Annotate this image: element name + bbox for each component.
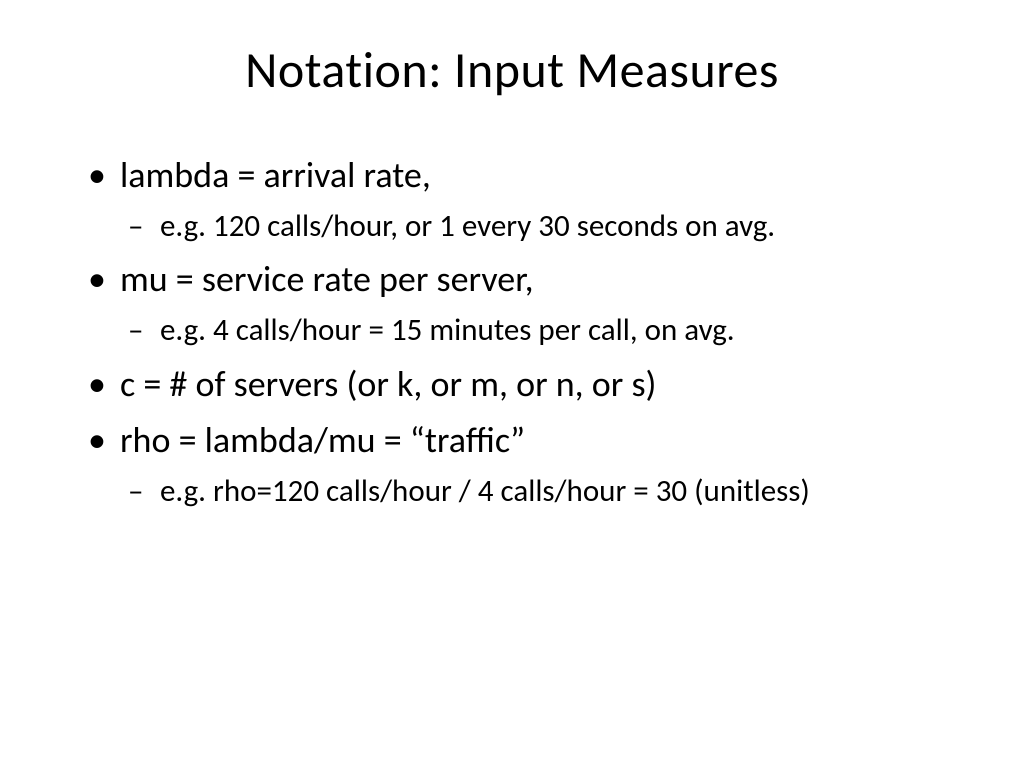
- bullet-text: e.g. 4 calls/hour = 15 minutes per call,…: [160, 311, 735, 349]
- list-item: e.g. 120 calls/hour, or 1 every 30 secon…: [120, 206, 964, 248]
- bullet-text: e.g. 120 calls/hour, or 1 every 30 secon…: [160, 207, 775, 245]
- list-item: mu = service rate per server, e.g. 4 cal…: [80, 255, 964, 351]
- list-item: rho = lambda/mu = “traffic” e.g. rho=120…: [80, 416, 964, 512]
- bullet-list: lambda = arrival rate, e.g. 120 calls/ho…: [80, 151, 964, 513]
- sub-list: e.g. 4 calls/hour = 15 minutes per call,…: [120, 310, 964, 352]
- slide-content: lambda = arrival rate, e.g. 120 calls/ho…: [60, 151, 964, 513]
- slide-title: Notation: Input Measures: [60, 40, 964, 101]
- bullet-text: rho = lambda/mu = “traffic”: [120, 418, 525, 462]
- sub-list: e.g. rho=120 calls/hour / 4 calls/hour =…: [120, 471, 964, 513]
- bullet-text: c = # of servers (or k, or m, or n, or s…: [120, 362, 656, 406]
- bullet-text: e.g. rho=120 calls/hour / 4 calls/hour =…: [160, 472, 810, 510]
- list-item: c = # of servers (or k, or m, or n, or s…: [80, 360, 964, 409]
- sub-list: e.g. 120 calls/hour, or 1 every 30 secon…: [120, 206, 964, 248]
- bullet-text: lambda = arrival rate,: [120, 153, 431, 197]
- list-item: lambda = arrival rate, e.g. 120 calls/ho…: [80, 151, 964, 247]
- bullet-text: mu = service rate per server,: [120, 257, 534, 301]
- list-item: e.g. 4 calls/hour = 15 minutes per call,…: [120, 310, 964, 352]
- slide: Notation: Input Measures lambda = arriva…: [0, 0, 1024, 768]
- list-item: e.g. rho=120 calls/hour / 4 calls/hour =…: [120, 471, 964, 513]
